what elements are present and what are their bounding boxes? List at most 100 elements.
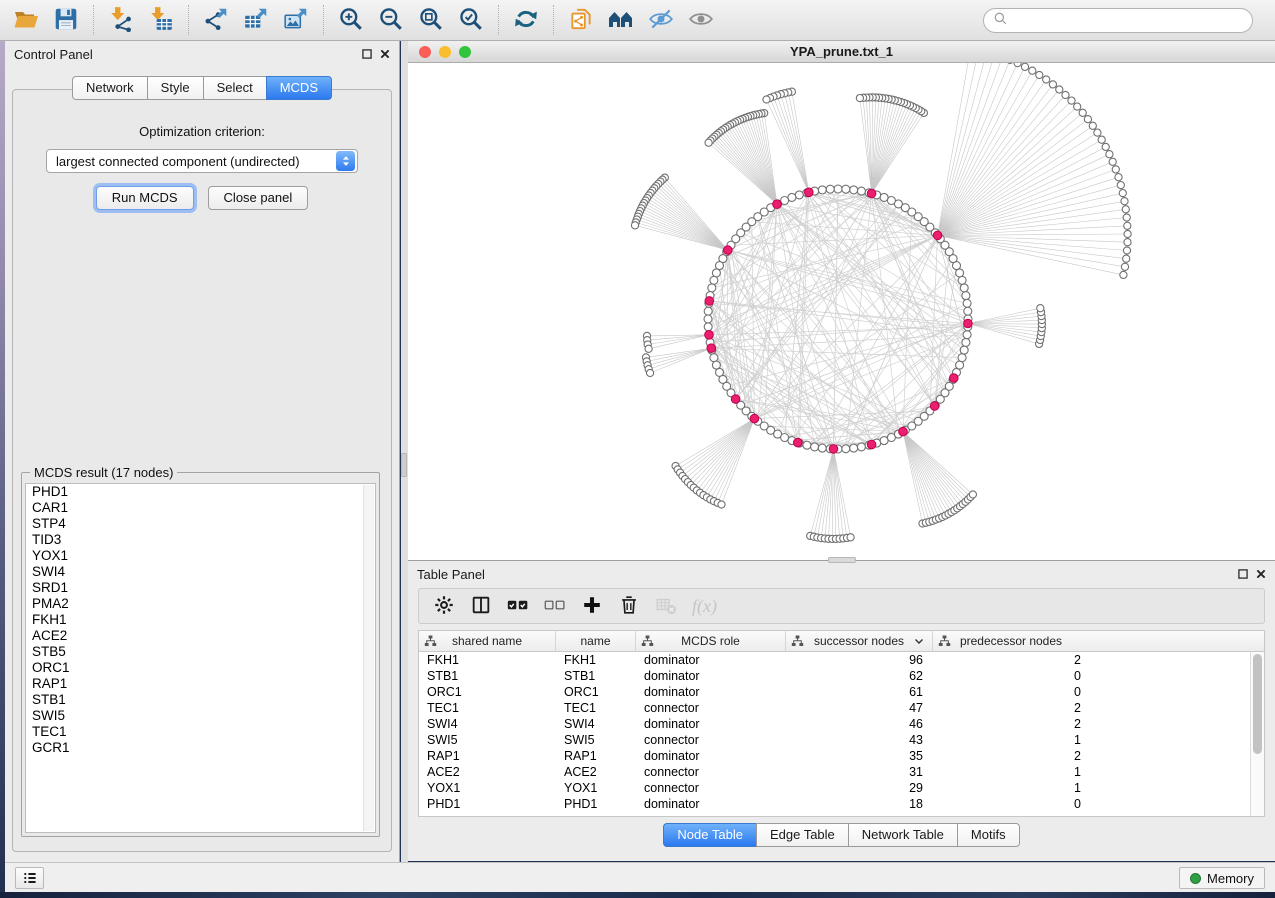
mcds-result-item[interactable]: ACE2 bbox=[26, 628, 375, 644]
tab-network[interactable]: Network bbox=[72, 76, 147, 100]
mcds-result-item[interactable]: SWI4 bbox=[26, 564, 375, 580]
table-row[interactable]: TEC1TEC1connector472 bbox=[419, 700, 1264, 716]
delete-column-button[interactable] bbox=[618, 594, 640, 619]
duplicate-network-icon bbox=[568, 6, 594, 35]
mcds-result-item[interactable]: GCR1 bbox=[26, 740, 375, 756]
import-network-button[interactable] bbox=[101, 2, 141, 38]
table-cell: RAP1 bbox=[419, 748, 556, 764]
show-all-button[interactable] bbox=[681, 2, 721, 38]
table-row[interactable]: ORC1ORC1dominator610 bbox=[419, 684, 1264, 700]
tab-style[interactable]: Style bbox=[147, 76, 203, 100]
network-window-titlebar[interactable]: YPA_prune.txt_1 bbox=[408, 41, 1275, 63]
column-visibility-button[interactable] bbox=[470, 594, 492, 619]
mcds-result-item[interactable]: STB5 bbox=[26, 644, 375, 660]
export-network-button[interactable] bbox=[196, 2, 236, 38]
select-all-rows-button[interactable] bbox=[507, 594, 529, 619]
tab-mcds[interactable]: MCDS bbox=[266, 76, 332, 100]
mcds-result-list[interactable]: PHD1CAR1STP4TID3YOX1SWI4SRD1PMA2FKH1ACE2… bbox=[25, 483, 376, 833]
column-header-successor-nodes[interactable]: successor nodes bbox=[786, 631, 933, 651]
close-panel-icon[interactable] bbox=[1256, 569, 1266, 579]
tab-edge-table[interactable]: Edge Table bbox=[756, 823, 848, 847]
table-scrollbar-thumb[interactable] bbox=[1253, 654, 1262, 754]
duplicate-network-button[interactable] bbox=[561, 2, 601, 38]
search-input[interactable] bbox=[1014, 13, 1243, 28]
mcds-result-item[interactable]: SRD1 bbox=[26, 580, 375, 596]
table-scrollbar[interactable] bbox=[1250, 652, 1264, 816]
refresh-network-button[interactable] bbox=[506, 2, 546, 38]
delete-table-icon bbox=[655, 594, 677, 619]
memory-status-icon bbox=[1190, 873, 1201, 884]
mcds-result-item[interactable]: STP4 bbox=[26, 516, 375, 532]
deselect-all-rows-button[interactable] bbox=[544, 594, 566, 619]
close-panel-button[interactable]: Close panel bbox=[208, 186, 309, 210]
table-cell: dominator bbox=[636, 796, 786, 812]
zoom-selected-button[interactable] bbox=[451, 2, 491, 38]
table-row[interactable]: STB1STB1dominator620 bbox=[419, 668, 1264, 684]
table-settings-button[interactable] bbox=[433, 594, 455, 619]
tab-network-table[interactable]: Network Table bbox=[848, 823, 957, 847]
tab-motifs[interactable]: Motifs bbox=[957, 823, 1020, 847]
mcds-result-item[interactable]: TEC1 bbox=[26, 724, 375, 740]
float-window-icon[interactable] bbox=[362, 49, 372, 59]
table-row[interactable]: RAP1RAP1dominator352 bbox=[419, 748, 1264, 764]
table-row[interactable]: PHD1PHD1dominator180 bbox=[419, 796, 1264, 812]
mcds-result-item[interactable]: ORC1 bbox=[26, 660, 375, 676]
table-row[interactable]: SWI5SWI5connector431 bbox=[419, 732, 1264, 748]
sort-descending-icon[interactable] bbox=[914, 638, 924, 645]
task-history-button[interactable] bbox=[15, 867, 44, 889]
table-cell: ACE2 bbox=[556, 764, 636, 780]
run-mcds-button[interactable]: Run MCDS bbox=[96, 186, 194, 210]
tab-select[interactable]: Select bbox=[203, 76, 266, 100]
search-box[interactable] bbox=[983, 8, 1253, 33]
column-header-predecessor-nodes[interactable]: predecessor nodes bbox=[933, 631, 1089, 651]
mcds-result-item[interactable]: PMA2 bbox=[26, 596, 375, 612]
mcds-result-item[interactable]: YOX1 bbox=[26, 548, 375, 564]
mcds-result-item[interactable]: SWI5 bbox=[26, 708, 375, 724]
export-image-button[interactable] bbox=[276, 2, 316, 38]
minimize-window-traffic-icon[interactable] bbox=[439, 46, 451, 58]
splitter-handle[interactable] bbox=[401, 453, 407, 477]
mcds-result-item[interactable]: RAP1 bbox=[26, 676, 375, 692]
zoom-in-button[interactable] bbox=[331, 2, 371, 38]
zoom-window-traffic-icon[interactable] bbox=[459, 46, 471, 58]
mcds-result-item[interactable]: FKH1 bbox=[26, 612, 375, 628]
close-window-traffic-icon[interactable] bbox=[419, 46, 431, 58]
table-cell: YOX1 bbox=[419, 780, 556, 796]
table-row[interactable]: YOX1YOX1connector291 bbox=[419, 780, 1264, 796]
memory-button[interactable]: Memory bbox=[1179, 867, 1265, 889]
save-session-button[interactable] bbox=[46, 2, 86, 38]
zoom-fit-button[interactable] bbox=[411, 2, 451, 38]
column-header-MCDS-role[interactable]: MCDS role bbox=[636, 631, 786, 651]
shared-column-icon bbox=[424, 635, 437, 647]
network-title: YPA_prune.txt_1 bbox=[790, 44, 893, 59]
mcds-result-item[interactable]: CAR1 bbox=[26, 500, 375, 516]
open-file-button[interactable] bbox=[6, 2, 46, 38]
mcds-result-item[interactable]: TID3 bbox=[26, 532, 375, 548]
close-panel-icon[interactable] bbox=[380, 49, 390, 59]
first-neighbors-button[interactable] bbox=[601, 2, 641, 38]
table-cell: 46 bbox=[786, 716, 933, 732]
mcds-list-scrollbar[interactable] bbox=[363, 485, 374, 831]
import-table-button[interactable] bbox=[141, 2, 181, 38]
vertical-splitter[interactable] bbox=[401, 41, 408, 862]
column-header-name[interactable]: name bbox=[556, 631, 636, 651]
table-bottom-tabs: Node Table Edge Table Network Table Moti… bbox=[408, 823, 1275, 847]
network-canvas[interactable]: FKH1STB1SWI4ORC1TEC1PHD1CAR1STP4TID3ACE2… bbox=[408, 63, 1275, 560]
table-cell: ORC1 bbox=[419, 684, 556, 700]
criterion-dropdown[interactable]: largest connected component (undirected) bbox=[46, 149, 358, 173]
export-table-button[interactable] bbox=[236, 2, 276, 38]
table-row[interactable]: FKH1FKH1dominator962 bbox=[419, 652, 1264, 668]
shared-column-icon bbox=[938, 635, 951, 647]
column-header-shared-name[interactable]: shared name bbox=[419, 631, 556, 651]
float-window-icon[interactable] bbox=[1238, 569, 1248, 579]
add-column-button[interactable] bbox=[581, 594, 603, 619]
tab-node-table[interactable]: Node Table bbox=[663, 823, 756, 847]
mcds-result-item[interactable]: PHD1 bbox=[26, 484, 375, 500]
table-row[interactable]: ACE2ACE2connector311 bbox=[419, 764, 1264, 780]
table-row[interactable]: SWI4SWI4dominator462 bbox=[419, 716, 1264, 732]
horizontal-splitter-handle[interactable] bbox=[828, 557, 856, 563]
table-cell: 2 bbox=[933, 716, 1089, 732]
hide-selected-button[interactable] bbox=[641, 2, 681, 38]
mcds-result-item[interactable]: STB1 bbox=[26, 692, 375, 708]
zoom-out-button[interactable] bbox=[371, 2, 411, 38]
